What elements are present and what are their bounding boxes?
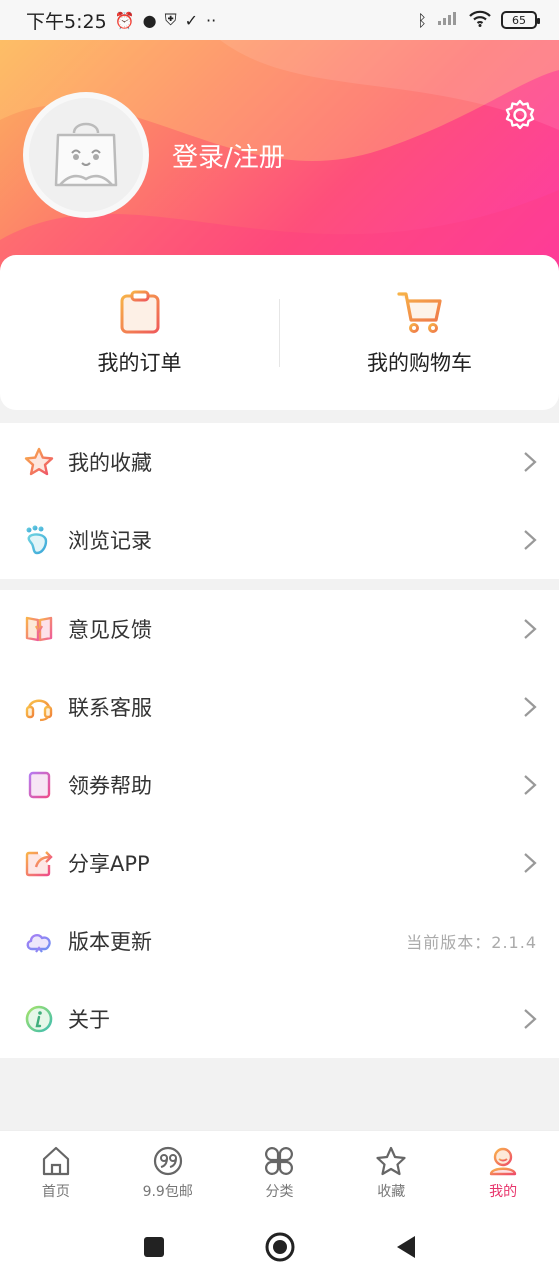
home-icon [42,1146,69,1175]
status-time: 下午5:25 [26,10,107,33]
more-icon: ·· [205,10,217,30]
chevron-right-icon [524,853,537,873]
chevron-right-icon [524,452,537,472]
info-icon [24,1004,54,1034]
menu-item-share-app[interactable]: 分享APP [0,824,559,902]
chevron-right-icon [524,619,537,639]
menu-item-history[interactable]: 浏览记录 [0,501,559,579]
menu-label-customer-service: 联系客服 [68,696,152,720]
shield-icon: ⛨ [164,10,177,29]
footprint-icon [24,525,54,555]
menu-item-favorites[interactable]: 我的收藏 [0,423,559,501]
my-orders-button[interactable]: 我的订单 [0,255,279,410]
alarm-off-icon: ⏰ [114,10,135,30]
tab-category[interactable]: 分类 [224,1131,336,1214]
menu-item-customer-service[interactable]: 联系客服 [0,668,559,746]
shopping-bag-mascot-icon [54,122,118,187]
battery-indicator: 65 [501,11,540,29]
chevron-right-icon [524,1009,537,1029]
menu-item-about[interactable]: 关于 [0,980,559,1058]
menu-label-about: 关于 [68,1008,110,1032]
download-done-icon: ✓ [184,10,198,30]
menu-label-favorites: 我的收藏 [68,451,152,475]
tab-label-home: 首页 [41,1183,70,1200]
avatar[interactable] [23,92,149,218]
menu-item-coupon-help[interactable]: 领券帮助 [0,746,559,824]
recent-apps-icon[interactable] [142,1235,166,1259]
headset-icon [24,692,54,722]
menu-item-feedback[interactable]: 意见反馈 [0,590,559,668]
chat-icon: ● [142,10,157,30]
status-bar: 下午5:25 ⏰ ● ⛨ ✓ ·· ᛒ 65 [0,0,559,40]
tab-label-favorites: 收藏 [377,1183,406,1200]
settings-button[interactable] [503,98,537,132]
menu-label-share-app: 分享APP [68,852,150,876]
wifi-icon [469,10,491,31]
star-outline-icon [376,1146,406,1175]
tab-label-mine: 我的 [489,1183,518,1200]
menu-label-coupon-help: 领券帮助 [68,774,152,798]
tab-favorites[interactable]: 收藏 [335,1131,447,1214]
quick-actions-card: 我的订单 我的购物车 [0,255,559,410]
bluetooth-icon: ᛒ [417,10,427,30]
bottom-tab-bar: 首页 9.9包邮 分类 收藏 我的 [0,1130,559,1214]
notebook-icon [24,770,54,800]
my-cart-label: 我的购物车 [367,350,472,375]
back-icon[interactable] [394,1234,418,1260]
clipboard-icon [120,290,159,333]
menu-label-version-update: 版本更新 [68,930,152,954]
system-nav-bar [0,1214,559,1280]
menu-label-feedback: 意见反馈 [68,618,152,642]
tab-home[interactable]: 首页 [0,1131,112,1214]
tab-label-99: 9.9包邮 [142,1183,193,1200]
my-orders-label: 我的订单 [97,350,182,375]
current-version-text: 当前版本：2.1.4 [406,933,537,952]
user-icon [489,1147,517,1175]
cart-icon [396,291,442,333]
menu-item-version-update[interactable]: 版本更新 当前版本：2.1.4 [0,902,559,980]
my-cart-button[interactable]: 我的购物车 [280,255,559,410]
share-icon [24,848,54,878]
chevron-right-icon [524,775,537,795]
gear-icon [505,99,535,130]
signal-icon [437,10,459,30]
category-icon [265,1146,294,1175]
menu-group-2: 意见反馈 联系客服 领券帮助 分享APP 版本更新 当前版本：2.1.4 关于 [0,590,559,1058]
menu-label-history: 浏览记录 [68,529,152,553]
tab-99-free-shipping[interactable]: 9.9包邮 [112,1131,224,1214]
menu-group-1: 我的收藏 浏览记录 [0,423,559,579]
chevron-right-icon [524,697,537,717]
login-register-link[interactable]: 登录/注册 [172,137,285,174]
tab-label-category: 分类 [265,1183,294,1200]
cloud-icon [24,926,54,956]
chevron-right-icon [524,530,537,550]
home-nav-icon[interactable] [264,1231,296,1263]
star-icon [24,447,54,477]
tab-mine[interactable]: 我的 [447,1131,559,1214]
feedback-book-icon [24,614,54,644]
ninety-nine-icon [153,1146,182,1175]
